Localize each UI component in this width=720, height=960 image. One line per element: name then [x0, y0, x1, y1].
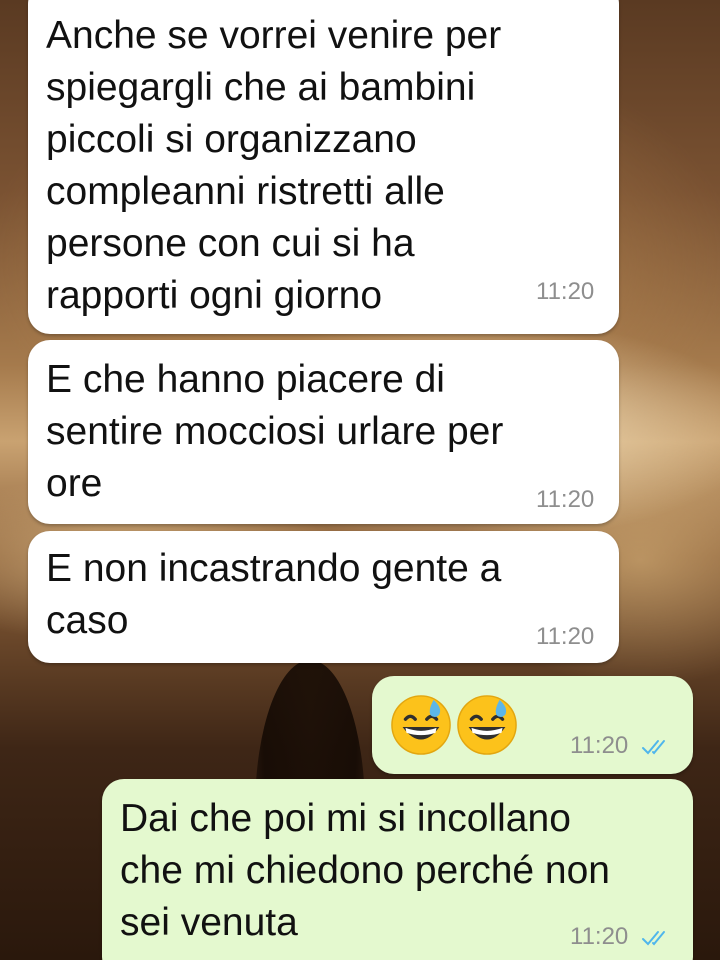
incoming-message-bubble[interactable]: Anche se vorrei venire per spiegargli ch… — [28, 0, 619, 334]
message-timestamp: 11:20 — [570, 732, 629, 759]
read-receipt-icon — [641, 930, 665, 946]
grinning-face-with-sweat-icon — [457, 695, 517, 755]
incoming-message-bubble[interactable]: E che hanno piacere di sentire mocciosi … — [28, 340, 619, 524]
outgoing-message-bubble[interactable]: Dai che poi mi si incollano che mi chied… — [102, 779, 693, 960]
outgoing-message-bubble[interactable]: 11:20 — [372, 676, 693, 774]
grinning-face-with-sweat-icon — [391, 695, 451, 755]
message-timestamp-row: 11:20 — [570, 732, 671, 760]
read-receipt-icon — [641, 739, 665, 755]
message-timestamp: 11:20 — [536, 623, 595, 650]
incoming-message-bubble[interactable]: E non incastrando gente a caso 11:20 — [28, 531, 619, 663]
message-timestamp: 11:20 — [536, 486, 595, 513]
message-text: E che hanno piacere di sentire mocciosi … — [46, 358, 504, 505]
message-text: E non incastrando gente a caso — [46, 547, 502, 642]
message-timestamp-row: 11:20 — [570, 923, 671, 951]
message-text: Anche se vorrei venire per spiegargli ch… — [46, 14, 502, 317]
message-timestamp: 11:20 — [536, 278, 595, 305]
message-text: Dai che poi mi si incollano che mi chied… — [120, 797, 610, 944]
message-timestamp: 11:20 — [570, 923, 629, 950]
chat-message-list[interactable]: Anche se vorrei venire per spiegargli ch… — [0, 0, 720, 960]
